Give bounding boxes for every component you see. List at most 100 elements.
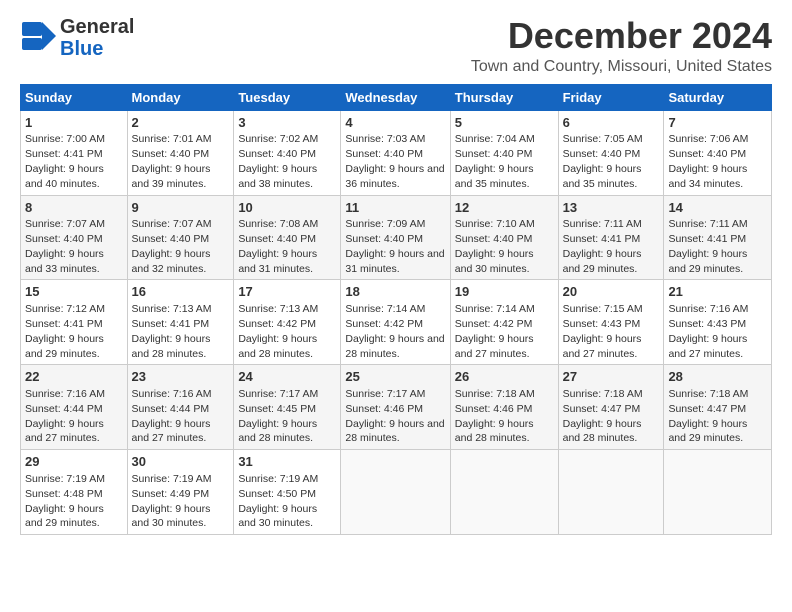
calendar-cell: 14Sunrise: 7:11 AMSunset: 4:41 PMDayligh…: [664, 195, 772, 280]
day-number: 23: [132, 368, 230, 386]
calendar-cell: 1Sunrise: 7:00 AMSunset: 4:41 PMDaylight…: [21, 110, 128, 195]
logo-icon: [20, 18, 56, 59]
calendar-cell: 10Sunrise: 7:08 AMSunset: 4:40 PMDayligh…: [234, 195, 341, 280]
day-info: Sunrise: 7:19 AMSunset: 4:49 PMDaylight:…: [132, 473, 212, 530]
day-number: 15: [25, 283, 123, 301]
logo: General Blue: [20, 16, 134, 60]
day-info: Sunrise: 7:11 AMSunset: 4:41 PMDaylight:…: [563, 218, 642, 275]
calendar-cell: [341, 450, 450, 535]
calendar-cell: 26 Sunrise: 7:18 AMSunset: 4:46 PMDayligh…: [450, 365, 558, 450]
col-saturday: Saturday: [664, 84, 772, 110]
logo-general: General: [60, 16, 134, 38]
day-info: Sunrise: 7:18 AMSunset: 4:46 PMDaylight:…: [455, 388, 535, 445]
day-info: Sunrise: 7:03 AMSunset: 4:40 PMDaylight:…: [345, 133, 444, 190]
day-number: 5: [455, 114, 554, 132]
calendar-cell: 20Sunrise: 7:15 AMSunset: 4:43 PMDayligh…: [558, 280, 664, 365]
day-info: Sunrise: 7:08 AMSunset: 4:40 PMDaylight:…: [238, 218, 318, 275]
calendar-cell: 4Sunrise: 7:03 AMSunset: 4:40 PMDaylight…: [341, 110, 450, 195]
calendar-week-3: 15 Sunrise: 7:12 AMSunset: 4:41 PMDayligh…: [21, 280, 772, 365]
col-wednesday: Wednesday: [341, 84, 450, 110]
day-info: Sunrise: 7:18 AMSunset: 4:47 PMDaylight:…: [668, 388, 748, 445]
calendar-page: General Blue December 2024 Town and Coun…: [0, 0, 792, 612]
calendar-cell: 24 Sunrise: 7:17 AMSunset: 4:45 PMDayligh…: [234, 365, 341, 450]
day-info: Sunrise: 7:07 AMSunset: 4:40 PMDaylight:…: [25, 218, 105, 275]
calendar-cell: 12Sunrise: 7:10 AMSunset: 4:40 PMDayligh…: [450, 195, 558, 280]
calendar-week-2: 8Sunrise: 7:07 AMSunset: 4:40 PMDaylight…: [21, 195, 772, 280]
day-info: Sunrise: 7:04 AMSunset: 4:40 PMDaylight:…: [455, 133, 535, 190]
day-number: 30: [132, 453, 230, 471]
calendar-cell: 29 Sunrise: 7:19 AMSunset: 4:48 PMDayligh…: [21, 450, 128, 535]
day-number: 17: [238, 283, 336, 301]
day-info: Sunrise: 7:01 AMSunset: 4:40 PMDaylight:…: [132, 133, 212, 190]
day-number: 28: [668, 368, 767, 386]
calendar-cell: 2Sunrise: 7:01 AMSunset: 4:40 PMDaylight…: [127, 110, 234, 195]
day-number: 25: [345, 368, 445, 386]
day-info: Sunrise: 7:09 AMSunset: 4:40 PMDaylight:…: [345, 218, 444, 275]
day-number: 22: [25, 368, 123, 386]
day-number: 6: [563, 114, 660, 132]
day-number: 26: [455, 368, 554, 386]
calendar-cell: 11Sunrise: 7:09 AMSunset: 4:40 PMDayligh…: [341, 195, 450, 280]
calendar-cell: 19Sunrise: 7:14 AMSunset: 4:42 PMDayligh…: [450, 280, 558, 365]
day-info: Sunrise: 7:11 AMSunset: 4:41 PMDaylight:…: [668, 218, 747, 275]
calendar-cell: 16 Sunrise: 7:13 AMSunset: 4:41 PMDayligh…: [127, 280, 234, 365]
col-friday: Friday: [558, 84, 664, 110]
day-info: Sunrise: 7:17 AMSunset: 4:46 PMDaylight:…: [345, 388, 444, 445]
day-number: 4: [345, 114, 445, 132]
day-info: Sunrise: 7:05 AMSunset: 4:40 PMDaylight:…: [563, 133, 643, 190]
day-number: 24: [238, 368, 336, 386]
day-number: 2: [132, 114, 230, 132]
day-number: 31: [238, 453, 336, 471]
day-number: 3: [238, 114, 336, 132]
calendar-cell: 28 Sunrise: 7:18 AMSunset: 4:47 PMDayligh…: [664, 365, 772, 450]
day-number: 8: [25, 199, 123, 217]
day-number: 16: [132, 283, 230, 301]
calendar-cell: [558, 450, 664, 535]
day-info: Sunrise: 7:17 AMSunset: 4:45 PMDaylight:…: [238, 388, 318, 445]
calendar-cell: 27 Sunrise: 7:18 AMSunset: 4:47 PMDayligh…: [558, 365, 664, 450]
calendar-cell: 8Sunrise: 7:07 AMSunset: 4:40 PMDaylight…: [21, 195, 128, 280]
day-number: 19: [455, 283, 554, 301]
day-number: 14: [668, 199, 767, 217]
calendar-cell: 31Sunrise: 7:19 AMSunset: 4:50 PMDayligh…: [234, 450, 341, 535]
calendar-header-row: SundayMondayTuesdayWednesdayThursdayFrid…: [21, 84, 772, 110]
day-number: 29: [25, 453, 123, 471]
day-number: 27: [563, 368, 660, 386]
day-number: 13: [563, 199, 660, 217]
day-info: Sunrise: 7:16 AMSunset: 4:43 PMDaylight:…: [668, 303, 748, 360]
day-info: Sunrise: 7:18 AMSunset: 4:47 PMDaylight:…: [563, 388, 643, 445]
calendar-cell: 22Sunrise: 7:16 AMSunset: 4:44 PMDayligh…: [21, 365, 128, 450]
calendar-cell: [450, 450, 558, 535]
col-tuesday: Tuesday: [234, 84, 341, 110]
calendar-week-5: 29 Sunrise: 7:19 AMSunset: 4:48 PMDayligh…: [21, 450, 772, 535]
day-number: 12: [455, 199, 554, 217]
day-info: Sunrise: 7:06 AMSunset: 4:40 PMDaylight:…: [668, 133, 748, 190]
day-number: 21: [668, 283, 767, 301]
calendar-cell: [664, 450, 772, 535]
day-number: 11: [345, 199, 445, 217]
day-info: Sunrise: 7:14 AMSunset: 4:42 PMDaylight:…: [345, 303, 444, 360]
logo-blue: Blue: [60, 38, 103, 60]
day-info: Sunrise: 7:12 AMSunset: 4:41 PMDaylight:…: [25, 303, 105, 360]
day-info: Sunrise: 7:19 AMSunset: 4:48 PMDaylight:…: [25, 473, 105, 530]
calendar-week-1: 1Sunrise: 7:00 AMSunset: 4:41 PMDaylight…: [21, 110, 772, 195]
calendar-cell: 30 Sunrise: 7:19 AMSunset: 4:49 PMDayligh…: [127, 450, 234, 535]
col-thursday: Thursday: [450, 84, 558, 110]
day-number: 18: [345, 283, 445, 301]
calendar-cell: 15 Sunrise: 7:12 AMSunset: 4:41 PMDayligh…: [21, 280, 128, 365]
calendar-cell: 21 Sunrise: 7:16 AMSunset: 4:43 PMDayligh…: [664, 280, 772, 365]
col-monday: Monday: [127, 84, 234, 110]
day-number: 9: [132, 199, 230, 217]
day-info: Sunrise: 7:02 AMSunset: 4:40 PMDaylight:…: [238, 133, 318, 190]
day-info: Sunrise: 7:07 AMSunset: 4:40 PMDaylight:…: [132, 218, 212, 275]
day-info: Sunrise: 7:13 AMSunset: 4:41 PMDaylight:…: [132, 303, 212, 360]
calendar-cell: 6Sunrise: 7:05 AMSunset: 4:40 PMDaylight…: [558, 110, 664, 195]
calendar-cell: 7Sunrise: 7:06 AMSunset: 4:40 PMDaylight…: [664, 110, 772, 195]
day-number: 7: [668, 114, 767, 132]
day-info: Sunrise: 7:13 AMSunset: 4:42 PMDaylight:…: [238, 303, 318, 360]
day-info: Sunrise: 7:10 AMSunset: 4:40 PMDaylight:…: [455, 218, 535, 275]
calendar-cell: 25 Sunrise: 7:17 AMSunset: 4:46 PMDayligh…: [341, 365, 450, 450]
col-sunday: Sunday: [21, 84, 128, 110]
calendar-cell: 9Sunrise: 7:07 AMSunset: 4:40 PMDaylight…: [127, 195, 234, 280]
day-info: Sunrise: 7:16 AMSunset: 4:44 PMDaylight:…: [132, 388, 212, 445]
